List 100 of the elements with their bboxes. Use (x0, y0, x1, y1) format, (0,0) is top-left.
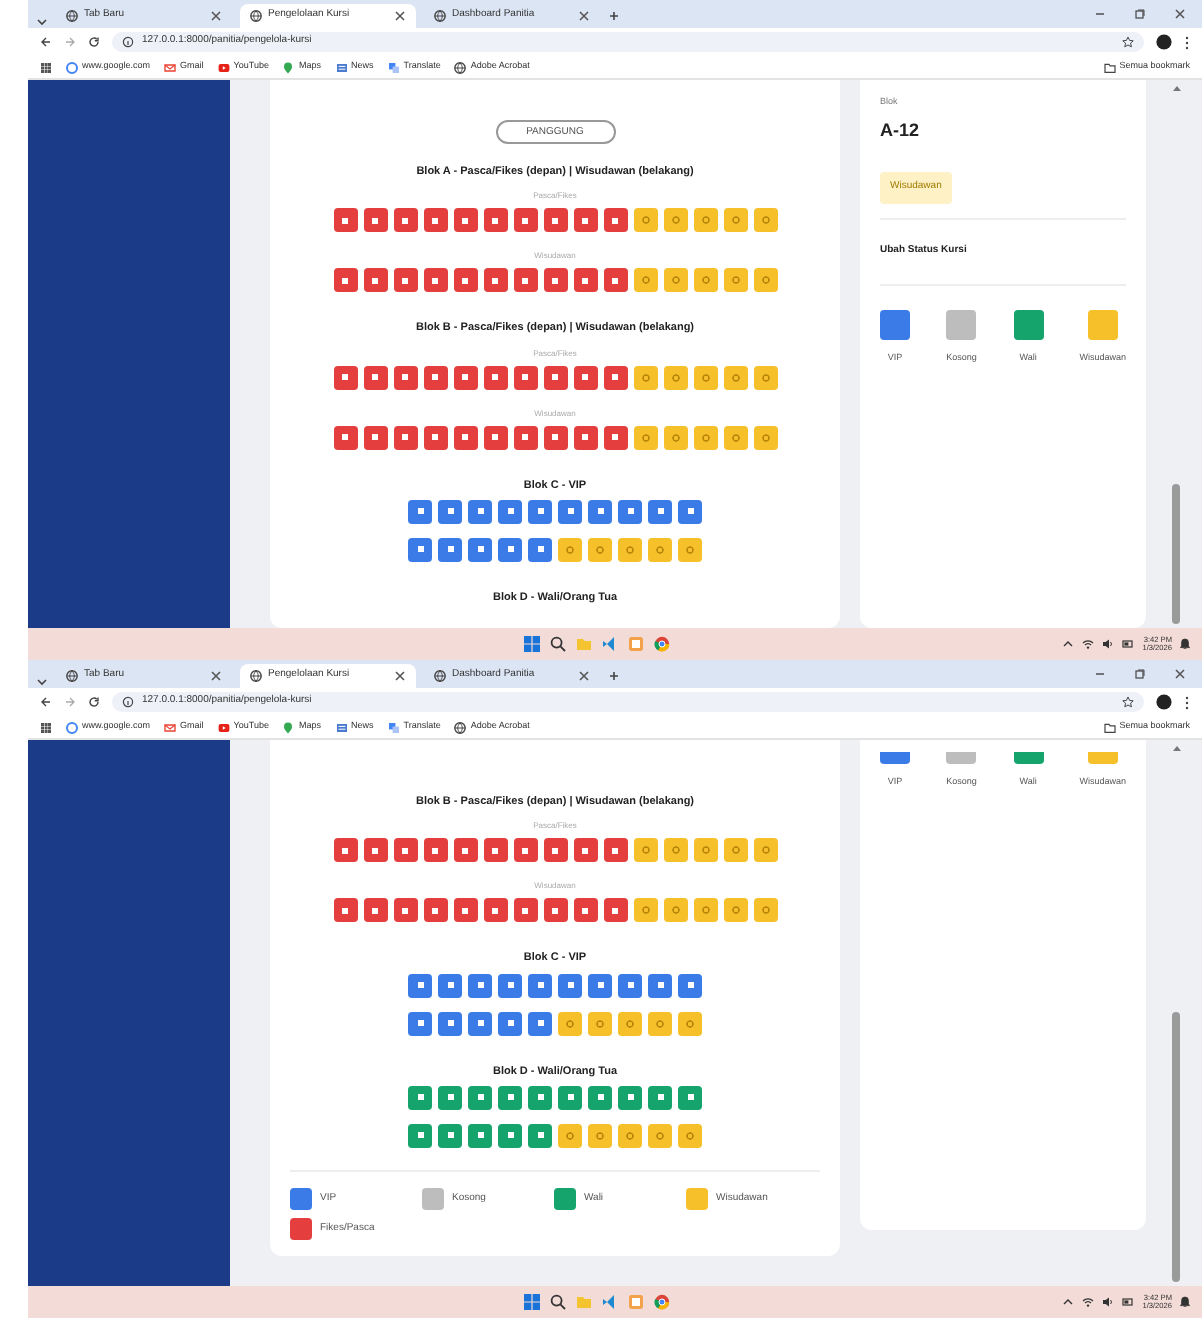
seat[interactable] (618, 537, 642, 562)
seat[interactable] (528, 1123, 552, 1148)
seat[interactable] (618, 973, 642, 997)
seat[interactable] (618, 1011, 642, 1035)
seat[interactable] (603, 838, 627, 863)
seat[interactable] (663, 365, 687, 389)
seat[interactable] (333, 425, 357, 449)
seat[interactable] (408, 537, 432, 562)
seat[interactable] (468, 973, 492, 997)
seat[interactable] (363, 838, 387, 863)
seat[interactable] (513, 898, 537, 923)
seat[interactable] (753, 268, 777, 293)
notification-bell-icon[interactable] (1180, 1296, 1190, 1308)
profile-avatar-icon[interactable] (1156, 34, 1172, 50)
seat[interactable] (498, 1011, 522, 1035)
seat[interactable] (363, 208, 387, 233)
apps-grid-icon[interactable] (40, 61, 52, 73)
seat[interactable] (558, 1123, 582, 1148)
seat[interactable] (513, 425, 537, 449)
code-editor-icon[interactable] (602, 1294, 618, 1310)
seat[interactable] (648, 1085, 672, 1110)
seat[interactable] (678, 973, 702, 997)
browser-icon[interactable] (654, 636, 670, 652)
seat[interactable] (558, 1085, 582, 1110)
notification-bell-icon[interactable] (1180, 638, 1190, 650)
seat[interactable] (618, 499, 642, 524)
seat[interactable] (693, 268, 717, 293)
wifi-icon[interactable] (1082, 638, 1095, 650)
seat[interactable] (678, 537, 702, 562)
seat[interactable] (468, 1085, 492, 1110)
seat[interactable] (588, 537, 612, 562)
seat[interactable] (618, 1085, 642, 1110)
forward-icon[interactable] (64, 696, 76, 708)
seat[interactable] (423, 268, 447, 293)
seat[interactable] (723, 208, 747, 233)
star-icon[interactable] (1122, 36, 1134, 48)
dropdown-icon[interactable] (36, 676, 48, 688)
seat[interactable] (573, 268, 597, 293)
seat[interactable] (393, 898, 417, 923)
seat[interactable] (633, 898, 657, 923)
seat[interactable] (648, 537, 672, 562)
back-icon[interactable] (40, 696, 52, 708)
seat[interactable] (543, 898, 567, 923)
seat[interactable] (438, 1123, 462, 1148)
scroll-up-icon[interactable] (1171, 744, 1181, 752)
seat[interactable] (753, 838, 777, 863)
seat[interactable] (453, 898, 477, 923)
seat[interactable] (438, 537, 462, 562)
seat[interactable] (408, 499, 432, 524)
seat[interactable] (513, 268, 537, 293)
seat[interactable] (333, 838, 357, 863)
seat[interactable] (648, 1011, 672, 1035)
seat[interactable] (498, 499, 522, 524)
search-icon[interactable] (550, 1294, 566, 1310)
seat[interactable] (648, 499, 672, 524)
site-info-icon[interactable] (122, 36, 134, 48)
star-icon[interactable] (1122, 696, 1134, 708)
seat[interactable] (753, 898, 777, 923)
seat[interactable] (393, 838, 417, 863)
speaker-icon[interactable] (1102, 1296, 1115, 1308)
seat[interactable] (543, 268, 567, 293)
seat[interactable] (528, 537, 552, 562)
seat[interactable] (483, 208, 507, 233)
start-icon[interactable] (524, 1294, 540, 1310)
seat[interactable] (513, 365, 537, 389)
seat[interactable] (678, 1085, 702, 1110)
seat[interactable] (363, 898, 387, 923)
browser-icon[interactable] (654, 1294, 670, 1310)
seat[interactable] (753, 365, 777, 389)
site-info-icon[interactable] (122, 696, 134, 708)
seat[interactable] (573, 208, 597, 233)
seat[interactable] (588, 1085, 612, 1110)
seat[interactable] (753, 208, 777, 233)
seat[interactable] (453, 425, 477, 449)
forward-icon[interactable] (64, 36, 76, 48)
seat[interactable] (513, 838, 537, 863)
seat[interactable] (753, 425, 777, 449)
seat[interactable] (573, 365, 597, 389)
seat[interactable] (633, 838, 657, 863)
seat[interactable] (663, 208, 687, 233)
seat[interactable] (678, 1123, 702, 1148)
seat[interactable] (633, 365, 657, 389)
seat[interactable] (498, 1123, 522, 1148)
close-icon[interactable] (394, 10, 406, 22)
seat[interactable] (693, 365, 717, 389)
seat[interactable] (678, 499, 702, 524)
scrollbar-thumb[interactable] (1172, 1012, 1180, 1282)
seat[interactable] (588, 499, 612, 524)
seat[interactable] (648, 1123, 672, 1148)
chevron-up-icon[interactable] (1062, 638, 1075, 650)
minimize-icon[interactable] (1094, 8, 1106, 20)
seat[interactable] (663, 425, 687, 449)
seat[interactable] (558, 1011, 582, 1035)
more-icon[interactable] (1184, 35, 1190, 49)
dropdown-icon[interactable] (36, 16, 48, 28)
seat[interactable] (723, 425, 747, 449)
seat[interactable] (468, 1011, 492, 1035)
seat[interactable] (363, 365, 387, 389)
seat[interactable] (603, 898, 627, 923)
seat[interactable] (468, 1123, 492, 1148)
